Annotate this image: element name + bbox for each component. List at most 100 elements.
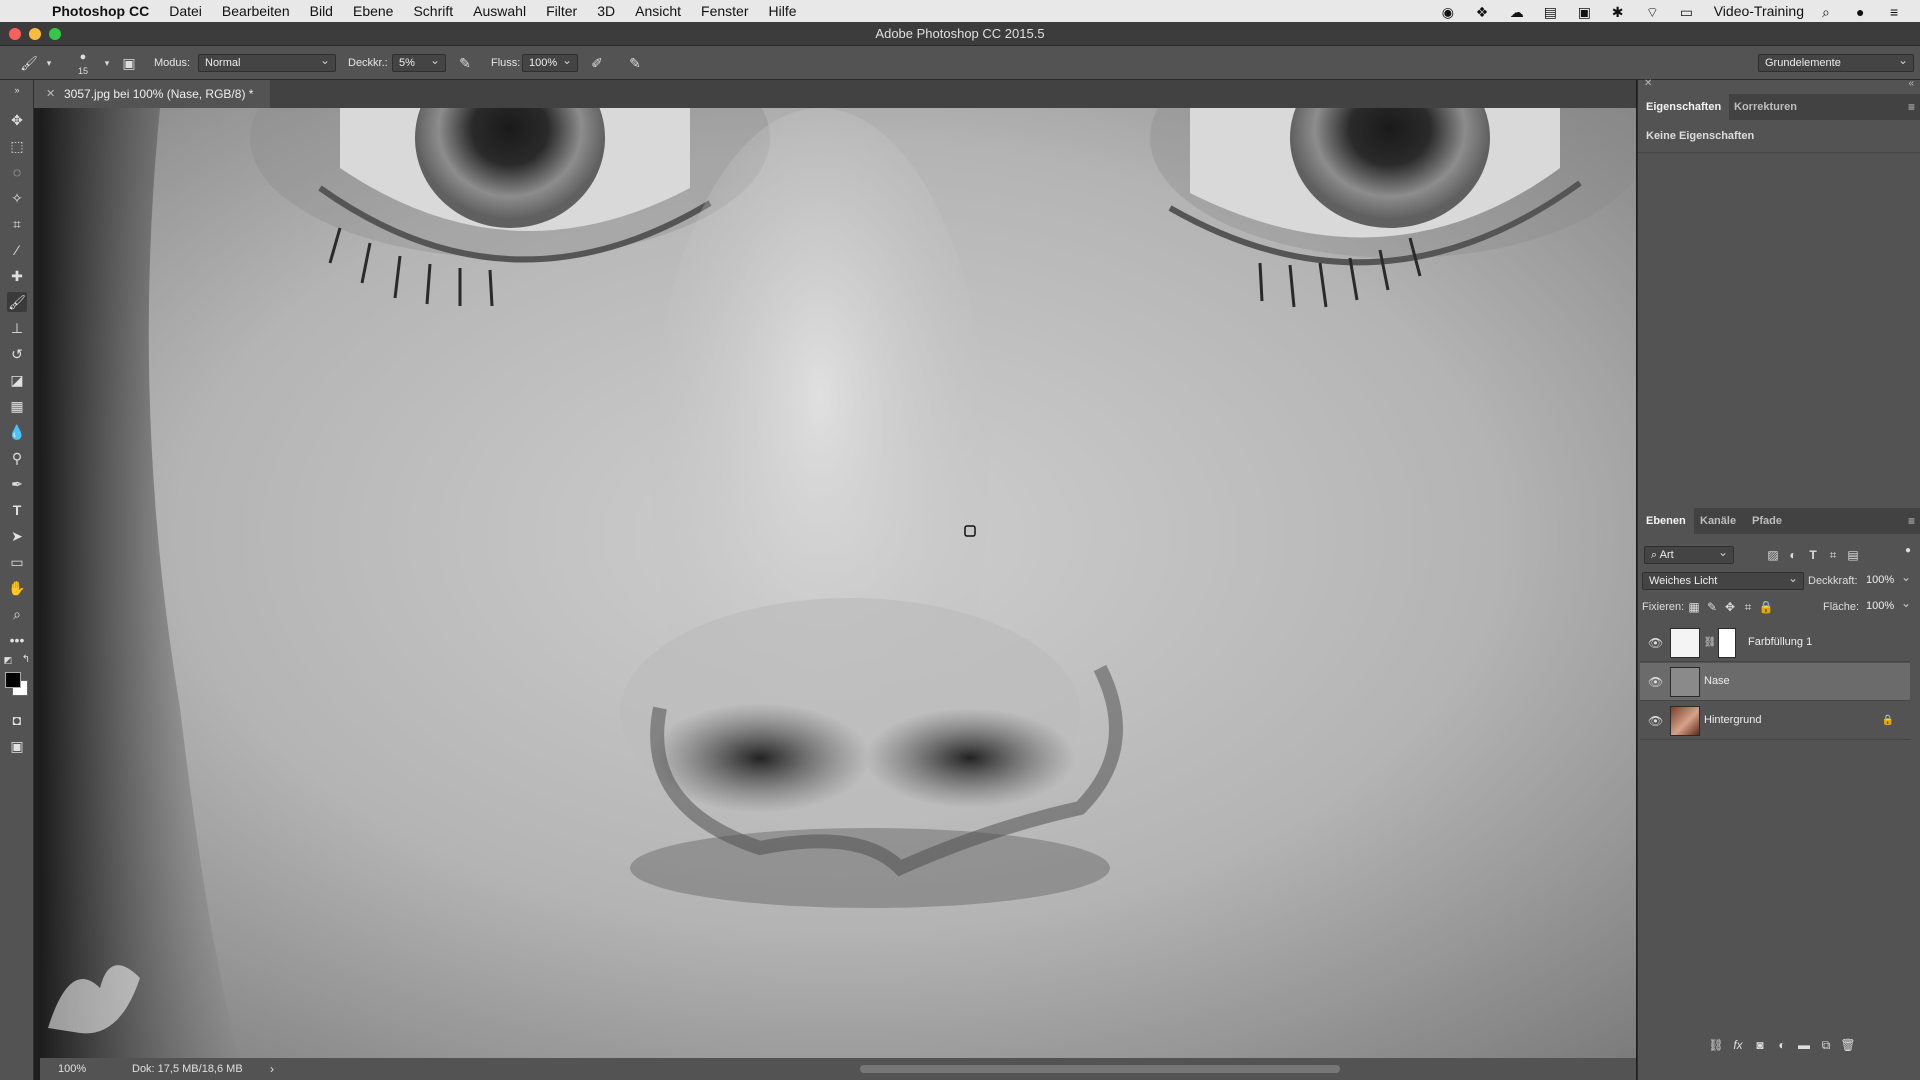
new-layer-icon[interactable]: ⧉: [1818, 1037, 1834, 1053]
layer-row-farbfuellung[interactable]: 👁 ⛓ Farbfüllung 1: [1640, 624, 1910, 662]
zoom-tool-icon[interactable]: ⌕: [7, 604, 27, 624]
menu-ansicht[interactable]: Ansicht: [625, 0, 691, 22]
zoom-level[interactable]: 100%: [58, 1058, 86, 1080]
chevron-down-icon[interactable]: ▾: [40, 55, 58, 71]
layer-style-fx-icon[interactable]: fx: [1730, 1037, 1746, 1053]
healing-brush-tool-icon[interactable]: ✚: [7, 266, 27, 286]
type-tool-icon[interactable]: T: [7, 500, 27, 520]
filter-adjustment-layers-icon[interactable]: ◐: [1785, 547, 1801, 563]
foreground-color-swatch[interactable]: [5, 672, 21, 688]
add-mask-icon[interactable]: ◙: [1752, 1037, 1768, 1053]
document-canvas[interactable]: [40, 108, 1636, 1058]
pen-tool-icon[interactable]: ✒: [7, 474, 27, 494]
layer-mask-thumbnail[interactable]: [1718, 628, 1736, 658]
wifi-icon[interactable]: ⌔: [1646, 4, 1662, 20]
visibility-eye-icon[interactable]: 👁: [1648, 675, 1663, 689]
document-tab[interactable]: ✕ 3057.jpg bei 100% (Nase, RGB/8) *: [34, 80, 270, 108]
layer-filter-dropdown[interactable]: ⌕ Art: [1644, 544, 1734, 564]
fluss-dropdown[interactable]: 100%: [522, 52, 578, 72]
close-window-button[interactable]: [9, 28, 21, 40]
crop-tool-icon[interactable]: ⌗: [7, 214, 27, 234]
creative-cloud-icon[interactable]: ☁: [1510, 4, 1526, 20]
tab-kanaele[interactable]: Kanäle: [1692, 508, 1744, 534]
marquee-tool-icon[interactable]: ⬚: [7, 136, 27, 156]
more-tools-icon[interactable]: •••: [7, 630, 27, 650]
brush-tool-preset-icon[interactable]: 🖌: [20, 55, 38, 71]
eyedropper-tool-icon[interactable]: ⁄: [7, 240, 27, 260]
record-icon[interactable]: ◉: [1442, 4, 1458, 20]
path-selection-tool-icon[interactable]: ➤: [7, 526, 27, 546]
new-group-folder-icon[interactable]: ▬: [1796, 1037, 1812, 1053]
zoom-window-button[interactable]: [49, 28, 61, 40]
clone-stamp-tool-icon[interactable]: ⊥: [7, 318, 27, 338]
menu-hilfe[interactable]: Hilfe: [759, 0, 807, 22]
airplay-icon[interactable]: ▭: [1680, 4, 1696, 20]
siri-icon[interactable]: ●: [1856, 4, 1872, 20]
quick-mask-icon[interactable]: ◘: [7, 710, 27, 730]
menu-3d[interactable]: 3D: [587, 0, 625, 22]
menu-schrift[interactable]: Schrift: [403, 0, 463, 22]
layer-row-nase[interactable]: 👁 Nase: [1640, 663, 1910, 701]
dropbox-icon[interactable]: ❖: [1476, 4, 1492, 20]
filter-toggle-icon[interactable]: ●: [1900, 543, 1916, 559]
menu-bild[interactable]: Bild: [300, 0, 343, 22]
notification-center-icon[interactable]: ≡: [1890, 4, 1906, 20]
dodge-tool-icon[interactable]: ⚲: [7, 448, 27, 468]
hand-tool-icon[interactable]: ✋: [7, 578, 27, 598]
pressure-opacity-icon[interactable]: ✎: [456, 55, 474, 71]
layer-row-hintergrund[interactable]: 👁 Hintergrund 🔒: [1640, 702, 1910, 740]
tab-pfade[interactable]: Pfade: [1744, 508, 1790, 534]
menu-app-name[interactable]: Photoshop CC: [48, 0, 159, 22]
fill-value[interactable]: 100%: [1860, 595, 1916, 616]
move-tool-icon[interactable]: ✥: [7, 110, 27, 130]
bluetooth-icon[interactable]: ✱: [1612, 4, 1628, 20]
lock-position-icon[interactable]: ✥: [1722, 599, 1738, 615]
filter-smart-objects-icon[interactable]: ▤: [1845, 547, 1861, 563]
menu-bearbeiten[interactable]: Bearbeiten: [212, 0, 300, 22]
notification-icon[interactable]: ▤: [1544, 4, 1560, 20]
blur-tool-icon[interactable]: 💧: [7, 422, 27, 442]
filter-pixel-layers-icon[interactable]: ▨: [1765, 547, 1781, 563]
menu-ebene[interactable]: Ebene: [343, 0, 403, 22]
new-adjustment-layer-icon[interactable]: ◐: [1774, 1037, 1790, 1053]
brush-picker-chevron-icon[interactable]: ▾: [98, 55, 116, 71]
close-panel-icon[interactable]: ✕: [1644, 78, 1652, 89]
filter-type-layers-icon[interactable]: T: [1805, 547, 1821, 563]
modus-dropdown[interactable]: Normal: [198, 52, 336, 72]
swap-colors-icon[interactable]: ↰: [20, 654, 32, 666]
panel-menu-icon[interactable]: ≡: [1908, 100, 1915, 114]
blend-mode-dropdown[interactable]: Weiches Licht: [1642, 570, 1804, 590]
visibility-eye-icon[interactable]: 👁: [1648, 636, 1663, 650]
horizontal-scrollbar[interactable]: [860, 1065, 1340, 1073]
gradient-tool-icon[interactable]: ▦: [7, 396, 27, 416]
tab-ebenen[interactable]: Ebenen: [1638, 508, 1694, 534]
opacity-value[interactable]: 100%: [1860, 569, 1916, 590]
lock-all-icon[interactable]: 🔒: [1758, 599, 1774, 615]
mask-link-icon[interactable]: ⛓: [1702, 635, 1718, 651]
lock-artboard-icon[interactable]: ⌗: [1740, 599, 1756, 615]
menu-auswahl[interactable]: Auswahl: [463, 0, 536, 22]
deckkraft-dropdown[interactable]: 5%: [392, 52, 446, 72]
visibility-eye-icon[interactable]: 👁: [1648, 714, 1663, 728]
menu-filter[interactable]: Filter: [536, 0, 587, 22]
tab-korrekturen[interactable]: Korrekturen: [1726, 94, 1805, 120]
lock-image-pixels-icon[interactable]: ✎: [1704, 599, 1720, 615]
collapse-toolbar-icon[interactable]: »: [7, 80, 27, 100]
brush-panel-toggle-icon[interactable]: ▣: [120, 55, 138, 71]
user-menu-label[interactable]: Video-Training: [1714, 3, 1804, 19]
menu-fenster[interactable]: Fenster: [691, 0, 758, 22]
spotlight-search-icon[interactable]: ⌕: [1822, 4, 1838, 20]
lasso-tool-icon[interactable]: ◌: [7, 162, 27, 182]
rectangle-tool-icon[interactable]: ▭: [7, 552, 27, 572]
brush-tool-icon[interactable]: 🖌: [7, 292, 27, 312]
collapse-panel-icon[interactable]: «: [1908, 78, 1914, 89]
eraser-tool-icon[interactable]: ◪: [7, 370, 27, 390]
tab-eigenschaften[interactable]: Eigenschaften: [1638, 94, 1730, 120]
filter-shape-layers-icon[interactable]: ⌗: [1825, 547, 1841, 563]
airbrush-icon[interactable]: ✐: [588, 55, 606, 71]
link-layers-icon[interactable]: ⛓: [1708, 1037, 1724, 1053]
menu-datei[interactable]: Datei: [159, 0, 212, 22]
history-brush-tool-icon[interactable]: ↺: [7, 344, 27, 364]
minimize-window-button[interactable]: [29, 28, 41, 40]
quick-selection-tool-icon[interactable]: ✧: [7, 188, 27, 208]
